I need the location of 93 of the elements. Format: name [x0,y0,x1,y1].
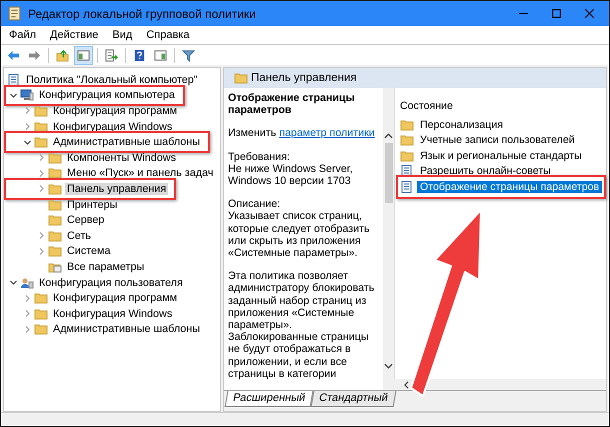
list-item[interactable]: Язык и региональные стандарты [417,150,585,162]
description-text: Указывает список страниц, которые следует отобразить или скрыть из приложения «Системные параметры». [228,210,371,260]
folder-icon [48,230,62,242]
folder-icon [48,167,62,180]
chevron-right-icon[interactable] [23,294,32,303]
tree-item[interactable]: Меню «Пуск» и панель задач [65,167,216,180]
chevron-down-icon[interactable] [23,138,32,147]
app-icon [7,6,22,21]
scroll-up-icon[interactable] [384,132,393,140]
policy-icon [400,180,414,193]
tree-item[interactable]: Конфигурация программ [51,104,180,117]
filter-icon [182,48,195,62]
menu-item[interactable]: Действие [50,29,98,41]
tree-item[interactable]: Все параметры [65,260,146,273]
tree-item[interactable]: Конфигурация Windows [51,308,174,320]
help-icon [133,48,146,62]
tree-item[interactable]: Конфигурация компьютера [37,89,177,102]
tree-item[interactable]: Конфигурация программ [51,292,180,304]
edit-policy-text: Изменить параметр политики [228,127,376,140]
menu-item[interactable]: Вид [112,29,132,41]
folder-icon [400,134,414,146]
horizontal-scrollbar[interactable] [394,379,606,390]
chevron-right-icon[interactable] [23,309,32,318]
tab[interactable]: Расширенный [224,391,314,407]
tree-item[interactable]: Конфигурация Windows [51,120,174,133]
settings-icon [48,260,62,273]
folder-icon [34,292,48,304]
folder-icon [48,245,62,258]
policy-setting-link[interactable]: параметр политики [279,127,375,140]
description-text: Эта политика позволяет администратору блокировать заданный набор страниц из приложения «Системные параметры». Заблокированные страницы не будут отображаться в приложении, и если все страницы в категории [228,270,376,380]
tree-item[interactable]: Политика "Локальный компьютер" [24,74,200,86]
setting-title: Отображение страницы параметров [228,92,356,116]
back-arrow-icon [7,48,20,62]
scroll-down-icon[interactable] [384,362,393,370]
chevron-right-icon[interactable] [37,153,46,162]
chevron-right-icon[interactable] [23,122,32,132]
tree-item[interactable]: Административные шаблоны [51,136,202,148]
toolbar-button[interactable] [74,46,93,64]
folder-up-icon [56,48,69,62]
requirements-label: Требования: [228,150,291,163]
console-tree-icon [77,48,90,62]
panel-header-title: Панель управления [251,72,357,84]
computer-icon [20,89,34,102]
tree-item[interactable]: Конфигурация пользователя [37,276,185,289]
tree-item[interactable]: Панель управления [65,182,168,195]
policy-icon [7,74,21,86]
chevron-down-icon[interactable] [9,90,18,100]
scrollbar-thumb[interactable] [384,143,392,203]
menu-item[interactable]: Справка [146,29,190,41]
maximize-icon[interactable] [551,8,562,19]
chevron-right-icon[interactable] [23,106,32,116]
policy-icon [400,165,414,178]
tree-item[interactable]: Компоненты Windows [65,152,178,164]
tree-item[interactable]: Система [65,245,112,258]
close-icon[interactable] [584,8,595,19]
vertical-scrollbar[interactable] [383,88,394,390]
forward-arrow-icon [28,48,41,62]
users-icon [20,276,34,289]
chevron-right-icon[interactable] [23,324,32,334]
requirements-text: Не ниже Windows Server, Windows 10 версии 1703 [228,162,354,188]
list-item[interactable]: Разрешить онлайн-советы [417,165,554,178]
list-item[interactable]: Персонализация [417,118,506,131]
tree-item[interactable]: Сервер [65,214,106,226]
description-label: Описание: [228,198,282,210]
folder-icon [234,72,248,84]
list-item[interactable]: Отображение страницы параметров [417,180,602,193]
folder-icon [34,323,48,336]
tab[interactable]: Стандартный [310,391,396,407]
folder-icon [34,120,48,133]
folder-icon [400,118,414,131]
column-header[interactable]: Состояние [398,88,606,117]
folder-icon [48,214,62,226]
tree-item[interactable]: Административные шаблоны [51,323,202,336]
folder-icon [48,198,62,211]
chevron-right-icon[interactable] [37,168,46,178]
list-item[interactable]: Учетные записи пользователей [417,134,578,146]
tree-item[interactable]: Принтеры [65,198,120,211]
scroll-left-icon[interactable] [402,380,411,388]
folder-icon [34,308,48,320]
window-title: Редактор локальной групповой политики [28,6,257,20]
menu-item[interactable]: Файл [9,29,36,41]
action-pane-icon [154,48,167,62]
export-list-icon [105,48,118,62]
folder-icon [34,136,48,148]
folder-icon [34,104,48,117]
folder-icon [48,182,62,195]
chevron-right-icon[interactable] [37,184,46,194]
chevron-right-icon[interactable] [37,246,46,256]
folder-icon [400,150,414,162]
folder-icon [48,152,62,164]
chevron-right-icon[interactable] [37,231,46,240]
chevron-down-icon[interactable] [9,278,18,288]
tree-item[interactable]: Сеть [65,230,94,242]
